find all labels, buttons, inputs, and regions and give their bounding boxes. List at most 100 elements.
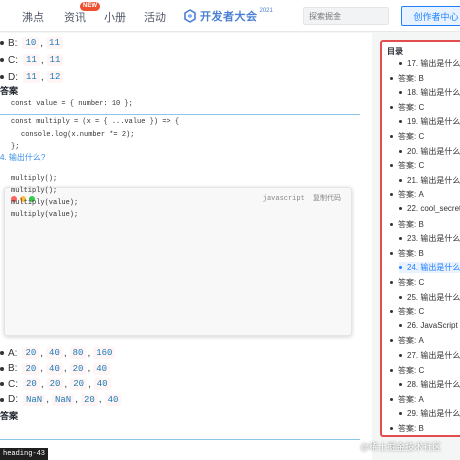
toc-item-label: 19. 输出是什么? — [407, 117, 460, 127]
toc-answer-item[interactable]: 答案: C — [390, 306, 424, 317]
answer-heading-bottom: 答案 — [0, 411, 19, 421]
code-line: multiply(value); — [11, 199, 79, 207]
option-value: 20 — [69, 362, 87, 375]
toc-bullet — [390, 76, 393, 80]
devcon-banner[interactable]: 开发者大会 2021 — [183, 7, 273, 25]
option-value: 11 — [46, 54, 64, 66]
option-value: 10 — [22, 37, 40, 49]
answer-heading: 答案 — [0, 86, 19, 96]
option-value: NaN — [51, 393, 75, 406]
toc-bullet — [390, 397, 393, 401]
option-row: D: NaN, NaN, 20, 40 — [0, 393, 122, 407]
option-value: 20 — [22, 347, 40, 359]
toc-question-item[interactable]: 26. JavaScript — [399, 321, 458, 330]
code-line: multiply(); — [11, 187, 58, 195]
toc-answer-item[interactable]: 答案: A — [390, 189, 424, 200]
toc-item-label: 23. 输出是什么? — [407, 234, 460, 244]
code-block: javascript 复制代码 const value = { number: … — [4, 100, 352, 336]
nav-item-pins[interactable]: 沸点 — [22, 9, 44, 25]
comma-separator: , — [63, 347, 67, 359]
option-value: 20 — [46, 378, 64, 390]
toc-item-label: 答案: C — [398, 132, 425, 141]
toc-question-item[interactable]: 17. 输出是什么? — [399, 58, 460, 69]
comma-separator: , — [98, 394, 102, 405]
toc-question-item[interactable]: 19. 输出是什么? — [399, 116, 460, 127]
toc-answer-item[interactable]: 答案: C — [390, 131, 424, 142]
toc-question-item[interactable]: 21. 输出是什么? — [399, 175, 460, 186]
bullet — [0, 75, 4, 79]
toc-bullet — [390, 135, 393, 138]
bullet — [0, 382, 4, 386]
divider — [0, 114, 360, 115]
toc-answer-item[interactable]: 答案: B — [390, 219, 424, 230]
search-input[interactable] — [303, 7, 389, 25]
toc-answer-item[interactable]: 答案: B — [390, 423, 424, 434]
new-badge: NEW — [80, 2, 100, 11]
option-label: A: — [8, 347, 18, 359]
toc-bullet — [390, 164, 393, 168]
toc-answer-item[interactable]: 答案: B — [390, 73, 424, 84]
toc-question-item[interactable]: 23. 输出是什么? — [399, 233, 460, 244]
toc-item-label: 18. 输出是什么? — [407, 88, 460, 98]
toc-item-label: 21. 输出是什么? — [407, 175, 460, 185]
toc-bullet — [390, 105, 393, 109]
toc-question-item[interactable]: 20. 输出是什么? — [399, 146, 460, 157]
article-content: B: 10, 11 C: 11, 11 D: 11, 12 答案 4. 输出什么? javasc… — [0, 33, 372, 460]
toc-question-item[interactable]: 18. 输出是什么? — [399, 87, 460, 98]
toc-item-label: 答案: B — [398, 248, 424, 258]
copy-code-button[interactable]: 复制代码 — [313, 195, 341, 203]
toc-question-item[interactable]: 24. 输出是什么? — [399, 262, 460, 274]
option-row: B: 10, 11 — [0, 36, 63, 50]
option-value: 40 — [46, 362, 63, 375]
toc-answer-item[interactable]: 答案: A — [390, 394, 424, 405]
comma-separator: , — [40, 347, 44, 359]
option-row: B: 20, 40, 20, 40 — [0, 362, 111, 376]
comma-separator: , — [46, 394, 49, 405]
toc-answer-item[interactable]: 答案: A — [390, 335, 424, 346]
bullet — [0, 58, 4, 62]
toc-question-item[interactable]: 27. 输出是什么? — [399, 350, 460, 361]
option-row: D: 11, 12 — [0, 70, 64, 84]
bullet — [0, 366, 4, 371]
code-line: multiply(value); — [11, 211, 79, 219]
toc-bullet — [399, 207, 402, 210]
toc-bullet — [399, 62, 402, 65]
toc-question-item[interactable]: 28. 输出是什么? — [399, 379, 460, 390]
code-line: console.log(x.number *= 2); — [21, 131, 135, 139]
option-row: C: 11, 11 — [0, 53, 64, 67]
nav-item-news[interactable]: 资讯 — [64, 9, 86, 25]
code-header: javascript 复制代码 — [263, 193, 341, 203]
toc-bullet — [399, 178, 402, 182]
code-line: }; — [11, 143, 20, 151]
option-value: 11 — [46, 37, 63, 49]
toc-bullet — [390, 339, 393, 343]
watermark: @稀土掘金技术社区 — [360, 442, 442, 452]
toc-answer-item[interactable]: 答案: C — [390, 160, 424, 171]
option-label: B: — [8, 37, 18, 49]
toc-answer-item[interactable]: 答案: C — [390, 277, 424, 288]
creator-center-button[interactable]: 创作者中心 — [401, 6, 460, 26]
nav-item-events[interactable]: 活动 — [144, 9, 166, 25]
nav-item-books[interactable]: 小册 — [104, 9, 126, 25]
option-value: NaN — [23, 393, 46, 406]
toc-bullet — [399, 266, 402, 270]
question-title[interactable]: 4. 输出什么? — [0, 152, 45, 163]
option-label: C: — [8, 54, 18, 66]
toc-item-label: 29. 输出是什么? — [407, 409, 460, 419]
toc-question-item[interactable]: 22. cool_secret — [399, 204, 460, 213]
option-value: 20 — [80, 393, 98, 406]
toc-answer-item[interactable]: 答案: C — [390, 102, 424, 113]
toc-question-item[interactable]: 29. 输出是什么? — [399, 408, 460, 419]
option-value: 40 — [93, 362, 111, 375]
toc-item-label: 22. cool_secret — [407, 204, 460, 213]
option-value: 40 — [104, 393, 122, 406]
toc-question-item[interactable]: 25. 输出是什么? — [399, 292, 460, 303]
toc-bullet — [390, 193, 393, 197]
toc-bullet — [390, 368, 393, 372]
toc-answer-item[interactable]: 答案: B — [390, 248, 424, 259]
toc-item-label: 答案: A — [398, 336, 424, 346]
toc-item-label: 答案: B — [398, 219, 424, 229]
toc-item-label: 25. 输出是什么? — [407, 292, 460, 302]
toc-bullet — [399, 383, 402, 387]
toc-answer-item[interactable]: 答案: C — [390, 365, 424, 376]
